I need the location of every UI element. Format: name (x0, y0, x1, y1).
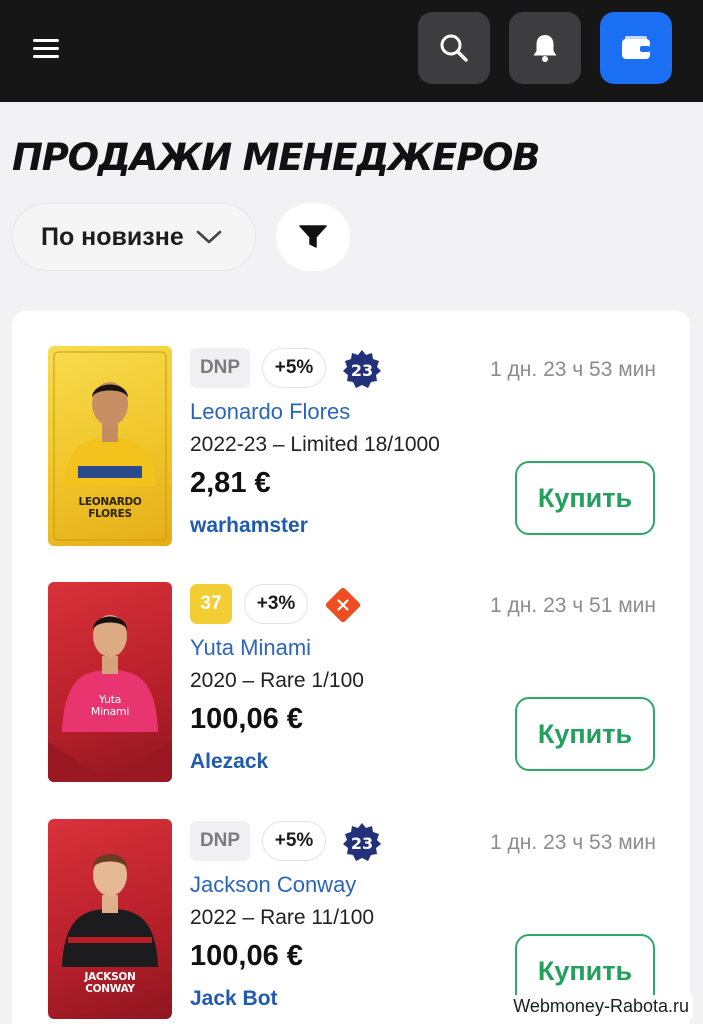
score-badge: 37 (190, 584, 232, 624)
player-name-link[interactable]: Jackson Conway (190, 872, 356, 898)
time-left: 1 дн. 23 ч 53 мин (490, 358, 656, 381)
menu-line (33, 47, 59, 50)
card-edition: 2022-23 – Limited 18/1000 (190, 433, 440, 456)
rank-badge: 23 (342, 822, 382, 862)
buy-button[interactable]: Купить (515, 697, 655, 771)
seller-link[interactable]: warhamster (190, 514, 308, 538)
hamburger-menu-icon[interactable] (30, 34, 64, 64)
listing-item: JACKSON CONWAY DNP +5% 23 1 дн. 23 ч 53 … (12, 819, 690, 1024)
sort-dropdown[interactable]: По новизне (12, 203, 256, 271)
rank-badge: 23 (342, 349, 382, 389)
menu-line (33, 39, 59, 42)
bonus-badge: +5% (262, 821, 326, 861)
wallet-button[interactable] (600, 12, 672, 84)
sort-label: По новизне (41, 222, 184, 251)
top-bar (0, 0, 703, 102)
notifications-button[interactable] (509, 12, 581, 84)
card-player-name: Yuta Minami (48, 694, 172, 718)
price: 2,81 € (190, 467, 271, 499)
player-card-image[interactable]: JACKSON CONWAY (48, 819, 172, 1019)
card-name-line: CONWAY (85, 983, 135, 995)
player-name-link[interactable]: Yuta Minami (190, 635, 311, 661)
search-icon (440, 34, 468, 62)
listing-item: LEONARDO FLORES DNP +5% 23 1 дн. 23 ч 53… (12, 346, 690, 556)
bell-icon (533, 35, 557, 62)
price: 100,06 € (190, 940, 303, 972)
player-name-link[interactable]: Leonardo Flores (190, 399, 350, 425)
card-player-name: JACKSON CONWAY (48, 971, 172, 995)
seller-link[interactable]: Jack Bot (190, 987, 278, 1011)
player-card-image[interactable]: Yuta Minami (48, 582, 172, 782)
bonus-badge: +3% (244, 584, 308, 624)
card-player-name: LEONARDO FLORES (48, 496, 172, 520)
card-edition: 2020 – Rare 1/100 (190, 669, 364, 692)
listings-panel: LEONARDO FLORES DNP +5% 23 1 дн. 23 ч 53… (12, 311, 690, 1024)
price: 100,06 € (190, 703, 303, 735)
chevron-down-icon (196, 229, 222, 245)
filter-button[interactable] (276, 203, 350, 271)
watermark: Webmoney-Rabota.ru (509, 995, 693, 1018)
time-left: 1 дн. 23 ч 53 мин (490, 831, 656, 854)
seller-link[interactable]: Alezack (190, 750, 268, 774)
wallet-icon (622, 36, 650, 59)
listing-item: Yuta Minami 37 +3% 1 дн. 23 ч 51 мин Yut… (12, 582, 690, 792)
dnp-badge: DNP (190, 821, 250, 861)
filter-funnel-icon (299, 225, 327, 248)
buy-button[interactable]: Купить (515, 461, 655, 535)
dnp-badge: DNP (190, 348, 250, 388)
rank-value: 23 (351, 361, 373, 380)
rank-value: 23 (351, 834, 373, 853)
player-photo (48, 615, 172, 782)
page-title: ПРОДАЖИ МЕНЕДЖЕРОВ (12, 136, 540, 179)
red-diamond-x-icon (322, 584, 362, 624)
search-button[interactable] (418, 12, 490, 84)
menu-line (33, 55, 59, 58)
card-name-line: Minami (90, 705, 130, 718)
player-card-image[interactable]: LEONARDO FLORES (48, 346, 172, 546)
bonus-badge: +5% (262, 348, 326, 388)
card-edition: 2022 – Rare 11/100 (190, 906, 375, 929)
card-name-line: FLORES (88, 508, 132, 520)
time-left: 1 дн. 23 ч 51 мин (490, 594, 656, 617)
card-name-line: JACKSON (84, 971, 136, 983)
card-name-line: LEONARDO (78, 496, 142, 508)
